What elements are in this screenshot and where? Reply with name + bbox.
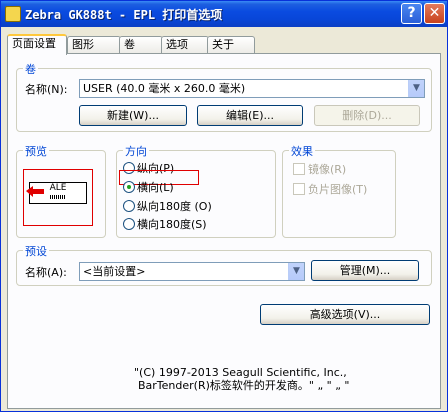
orientation-portrait-180-radio[interactable]: 纵向180度 (O) — [123, 198, 212, 214]
preset-name-value: <当前设置> — [83, 265, 146, 278]
tab-stock[interactable]: 卷 — [119, 36, 163, 54]
mirror-checkbox[interactable]: 镜像(R) — [293, 161, 346, 177]
delete-stock-button[interactable]: 删除(D)... — [314, 105, 420, 126]
preview-area: ALE — [23, 169, 93, 226]
effects-group: 效果 镜像(R) 负片图像(T) — [282, 143, 396, 238]
preset-name-label: 名称(A): — [25, 266, 67, 279]
negative-image-label: 负片图像(T) — [308, 183, 368, 196]
manage-presets-button[interactable]: 管理(M)... — [311, 260, 419, 281]
stock-name-select[interactable]: USER (40.0 毫米 x 260.0 毫米) ▼ — [79, 79, 425, 98]
title-bar[interactable]: Zebra GK888t - EPL 打印首选项 ? ✕ — [1, 1, 447, 27]
stock-name-value: USER (40.0 毫米 x 260.0 毫米) — [83, 82, 246, 95]
printer-icon — [5, 6, 21, 22]
edit-stock-button[interactable]: 编辑(E)... — [197, 105, 303, 126]
orientation-portrait-180-label: 纵向180度 (O) — [137, 200, 212, 213]
orientation-landscape-radio[interactable]: 横向(L) — [123, 179, 174, 195]
label-preview-text: ALE — [49, 183, 67, 193]
checkbox-icon[interactable] — [293, 163, 305, 175]
effects-group-label: 效果 — [289, 143, 315, 159]
help-button[interactable]: ? — [401, 3, 422, 24]
page-setup-panel: 卷 名称(N): USER (40.0 毫米 x 260.0 毫米) ▼ 新建(… — [7, 53, 441, 409]
checkbox-icon[interactable] — [293, 183, 305, 195]
copyright-text: "(C) 1997-2013 Seagull Scientific, Inc.,… — [134, 366, 349, 392]
presets-group-label: 预设 — [23, 243, 49, 259]
printing-preferences-window: Zebra GK888t - EPL 打印首选项 ? ✕ 页面设置 图形 卷 选… — [0, 0, 448, 412]
stock-group: 卷 名称(N): USER (40.0 毫米 x 260.0 毫米) ▼ 新建(… — [16, 61, 432, 132]
orientation-group-label: 方向 — [123, 143, 149, 159]
radio-icon[interactable] — [123, 200, 135, 212]
tab-graphics[interactable]: 图形 — [67, 36, 121, 54]
orientation-landscape-180-label: 横向180度(S) — [137, 218, 207, 231]
chevron-down-icon[interactable]: ▼ — [288, 263, 304, 280]
advanced-options-button[interactable]: 高级选项(V)... — [260, 304, 430, 325]
preview-group-label: 预览 — [23, 143, 49, 159]
orientation-group: 方向 纵向(P) 横向(L) 纵向180度 (O) 横向180度(S) — [116, 143, 276, 238]
stock-group-label: 卷 — [23, 61, 38, 77]
close-button[interactable]: ✕ — [424, 3, 445, 24]
tab-about[interactable]: 关于 — [207, 36, 255, 54]
chevron-down-icon[interactable]: ▼ — [408, 80, 424, 97]
radio-icon[interactable] — [123, 218, 135, 230]
stock-name-label: 名称(N): — [25, 83, 68, 96]
negative-image-checkbox[interactable]: 负片图像(T) — [293, 181, 367, 197]
barcode-icon — [50, 195, 66, 199]
orientation-landscape-180-radio[interactable]: 横向180度(S) — [123, 216, 207, 232]
tab-page-setup[interactable]: 页面设置 — [7, 34, 67, 55]
presets-group: 预设 名称(A): <当前设置> ▼ 管理(M)... — [16, 243, 432, 286]
orientation-landscape-label: 横向(L) — [137, 181, 174, 194]
new-stock-button[interactable]: 新建(W)... — [79, 105, 187, 126]
preset-name-select[interactable]: <当前设置> ▼ — [79, 262, 305, 281]
mirror-label: 镜像(R) — [308, 163, 347, 176]
preview-group: 预览 ALE — [16, 143, 106, 238]
radio-selected-icon[interactable] — [123, 181, 135, 193]
window-title: Zebra GK888t - EPL 打印首选项 — [25, 8, 223, 22]
copyright-line-1: "(C) 1997-2013 Seagull Scientific, Inc., — [134, 366, 347, 379]
copyright-line-2: BarTender(R)标签软件的开发商。" „ " „ " — [138, 379, 350, 392]
feed-direction-arrow-icon — [26, 186, 44, 197]
tab-options[interactable]: 选项 — [161, 36, 209, 54]
